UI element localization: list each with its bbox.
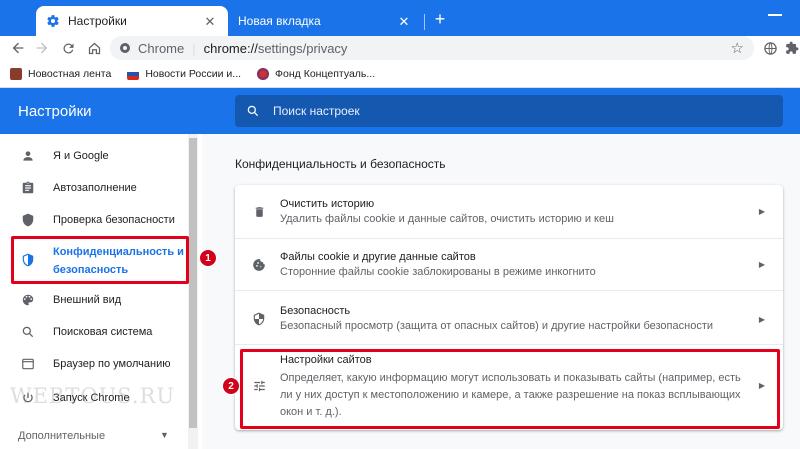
sidebar-item-autofill[interactable]: Автозаполнение <box>0 180 186 196</box>
row-divider <box>235 290 783 291</box>
bookmark-item[interactable]: Новостная лента <box>10 67 112 80</box>
sidebar-item-appearance[interactable]: Внешний вид <box>0 292 186 308</box>
gear-icon <box>46 14 60 28</box>
sidebar: Я и Google Автозаполнение Проверка безоп… <box>0 134 202 449</box>
bookmark-label: Новостная лента <box>28 67 112 80</box>
sidebar-scrollbar-thumb[interactable] <box>189 138 197 428</box>
browser-icon <box>20 356 36 372</box>
shield-half-icon <box>250 310 268 328</box>
toolbar: Chrome | chrome://settings/privacy ☆ <box>0 36 800 60</box>
sidebar-advanced[interactable]: Дополнительные <box>18 430 105 442</box>
shield-check-icon <box>20 212 36 228</box>
url-path: settings/privacy <box>257 40 348 56</box>
chevron-right-icon: ▶ <box>758 207 765 216</box>
close-icon[interactable]: ✕ <box>202 13 218 29</box>
row-divider <box>235 344 783 345</box>
row-divider <box>235 238 783 239</box>
bookmark-item[interactable]: Новости России и... <box>127 67 242 80</box>
star-icon[interactable]: ☆ <box>731 39 744 57</box>
page-title: Настройки <box>18 103 92 120</box>
tab-divider <box>424 14 425 30</box>
sidebar-item-label: Проверка безопасности <box>53 214 175 226</box>
sidebar-item-search-engine[interactable]: Поисковая система <box>0 324 186 340</box>
search-input[interactable]: Поиск настроек <box>235 95 783 127</box>
sidebar-item-default-browser[interactable]: Браузер по умолчанию <box>0 356 186 372</box>
chevron-right-icon: ▶ <box>758 260 765 269</box>
extensions-icon[interactable] <box>782 38 800 58</box>
bookmark-label: Новости России и... <box>145 67 242 80</box>
tab-title: Новая вкладка <box>238 14 321 28</box>
annotation-badge-1: 1 <box>199 249 217 267</box>
search-icon <box>245 103 261 119</box>
bookmark-item[interactable]: Фонд Концептуаль... <box>257 67 376 80</box>
reload-icon[interactable] <box>58 38 78 58</box>
person-icon <box>20 148 36 164</box>
new-tab-button[interactable]: + <box>430 10 450 30</box>
clipboard-icon <box>20 180 36 196</box>
back-arrow-icon[interactable] <box>8 38 28 58</box>
bookmark-favicon-icon <box>127 67 140 80</box>
search-icon <box>20 324 36 340</box>
section-title: Конфиденциальность и безопасность <box>235 157 446 171</box>
chevron-down-icon[interactable]: ▼ <box>160 430 169 440</box>
sidebar-item-you-and-google[interactable]: Я и Google <box>0 148 186 164</box>
site-chip: Chrome <box>138 40 185 56</box>
row-subtitle: Удалить файлы cookie и данные сайтов, оч… <box>280 213 614 225</box>
annotation-badge-2: 2 <box>222 377 240 395</box>
forward-arrow-icon[interactable] <box>32 38 52 58</box>
row-clear-history[interactable]: Очистить историю Удалить файлы cookie и … <box>235 185 783 238</box>
omnibox-separator: | <box>192 40 196 56</box>
annotation-highlight-2 <box>240 349 780 429</box>
cookie-icon <box>250 256 268 274</box>
row-subtitle: Безопасный просмотр (защита от опасных с… <box>280 320 714 332</box>
sidebar-item-label: Браузер по умолчанию <box>53 358 171 370</box>
bookmarks-bar: Новостная лента Новости России и... Фонд… <box>0 60 800 88</box>
close-icon[interactable]: ✕ <box>396 13 412 29</box>
row-title: Очистить историю <box>280 198 375 210</box>
sidebar-item-label: Поисковая система <box>53 326 153 338</box>
trash-icon <box>250 203 268 221</box>
settings-header: Настройки Поиск настроек <box>0 88 800 134</box>
bookmark-favicon-icon <box>10 67 22 80</box>
row-security[interactable]: Безопасность Безопасный просмотр (защита… <box>235 290 783 344</box>
sidebar-item-label: Автозаполнение <box>53 182 137 194</box>
search-placeholder: Поиск настроек <box>273 104 360 118</box>
sidebar-item-safety-check[interactable]: Проверка безопасности <box>0 212 186 228</box>
row-title: Файлы cookie и другие данные сайтов <box>280 251 476 263</box>
tab-title: Настройки <box>68 14 127 28</box>
row-title: Безопасность <box>280 305 351 317</box>
address-bar[interactable]: Chrome | chrome://settings/privacy ☆ <box>110 36 754 60</box>
tab-settings[interactable]: Настройки ✕ <box>36 6 228 36</box>
sidebar-item-label: Я и Google <box>53 150 109 162</box>
palette-icon <box>20 292 36 308</box>
chrome-site-icon <box>118 41 132 55</box>
watermark: WEBTOUS.RU <box>10 384 176 408</box>
minimize-icon[interactable] <box>768 14 782 16</box>
tab-new[interactable]: Новая вкладка ✕ <box>230 6 422 36</box>
row-cookies[interactable]: Файлы cookie и другие данные сайтов Стор… <box>235 238 783 290</box>
tab-strip: Настройки ✕ Новая вкладка ✕ + <box>0 0 800 36</box>
bookmark-favicon-icon <box>257 67 270 80</box>
row-subtitle: Сторонние файлы cookie заблокированы в р… <box>280 266 596 278</box>
url-prefix: chrome:// <box>203 40 258 56</box>
sidebar-item-label: Внешний вид <box>53 294 122 306</box>
bookmark-label: Фонд Концептуаль... <box>275 67 376 80</box>
annotation-highlight-1 <box>11 236 189 284</box>
globe-icon[interactable] <box>760 38 780 58</box>
chevron-right-icon: ▶ <box>758 315 765 324</box>
home-icon[interactable] <box>84 38 104 58</box>
